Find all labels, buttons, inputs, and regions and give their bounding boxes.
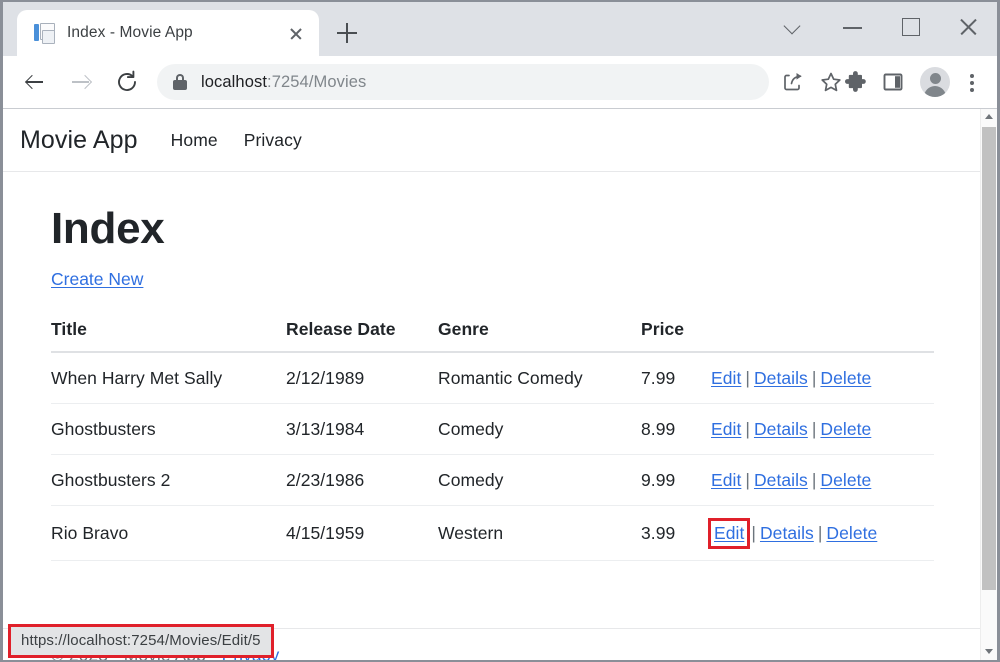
cell-title: Ghostbusters [51,404,286,455]
cell-title: When Harry Met Sally [51,352,286,404]
page-title: Index [51,204,932,253]
scroll-down-arrow-icon[interactable] [981,643,997,660]
close-icon[interactable] [939,2,997,48]
cell-actions: Edit|Details|Delete [711,506,934,561]
reload-icon[interactable] [109,64,145,100]
table-header: Title Release Date Genre Price [51,319,934,352]
address-bar-url: localhost:7254/Movies [201,73,366,92]
address-bar[interactable]: localhost:7254/Movies [157,64,769,100]
forward-button[interactable] [63,64,99,100]
cell-price: 7.99 [641,352,711,404]
column-header-price: Price [641,319,711,352]
details-link[interactable]: Details [754,419,808,439]
movies-table: Title Release Date Genre Price When Harr… [51,319,934,561]
table-row: Ghostbusters 3/13/1984 Comedy 8.99 Edit|… [51,404,934,455]
page-viewport: Movie App Home Privacy Index Create New … [3,108,997,660]
cell-genre: Comedy [438,455,641,506]
tab-strip: Index - Movie App [3,2,997,56]
browser-toolbar: localhost:7254/Movies [3,56,997,108]
url-host: localhost [201,73,267,91]
edit-link[interactable]: Edit [711,368,741,388]
cell-release-date: 3/13/1984 [286,404,438,455]
cell-release-date: 2/23/1986 [286,455,438,506]
vertical-scrollbar[interactable] [980,109,997,660]
tab-close-icon[interactable] [283,20,309,46]
cell-price: 8.99 [641,404,711,455]
scroll-up-arrow-icon[interactable] [981,109,997,126]
delete-link[interactable]: Delete [820,368,871,388]
table-header-row: Title Release Date Genre Price [51,319,934,352]
document-icon [33,22,55,44]
edit-link[interactable]: Edit [711,470,741,490]
cell-actions: Edit|Details|Delete [711,404,934,455]
new-tab-button[interactable] [329,15,365,51]
profile-avatar[interactable] [917,64,953,100]
cell-actions: Edit|Details|Delete [711,352,934,404]
action-separator: | [741,470,754,490]
column-header-actions [711,319,934,352]
window-controls [765,2,997,48]
action-separator: | [741,368,754,388]
share-icon[interactable] [775,64,811,100]
chevron-down-icon[interactable] [765,2,823,48]
edit-link[interactable]: Edit [711,419,741,439]
action-separator: | [808,419,821,439]
nav-link-home[interactable]: Home [171,130,218,151]
cell-genre: Comedy [438,404,641,455]
lock-icon [173,74,187,90]
minimize-icon[interactable] [823,2,881,48]
cell-release-date: 2/12/1989 [286,352,438,404]
column-header-genre: Genre [438,319,641,352]
browser-window: Index - Movie App [0,0,1000,662]
action-separator: | [808,470,821,490]
cell-title: Rio Bravo [51,506,286,561]
maximize-icon[interactable] [881,2,939,48]
delete-link[interactable]: Delete [820,470,871,490]
action-separator: | [747,523,760,543]
tab-title: Index - Movie App [67,24,283,42]
three-dot-menu-icon[interactable] [957,64,987,100]
edit-link-highlight-annotation: Edit [711,521,747,546]
action-separator: | [814,523,827,543]
details-link[interactable]: Details [760,523,814,543]
cell-price: 9.99 [641,455,711,506]
delete-link[interactable]: Delete [826,523,877,543]
table-row: Ghostbusters 2 2/23/1986 Comedy 9.99 Edi… [51,455,934,506]
details-link[interactable]: Details [754,368,808,388]
cell-genre: Romantic Comedy [438,352,641,404]
cell-release-date: 4/15/1959 [286,506,438,561]
url-path: :7254/Movies [267,73,366,91]
puzzle-icon[interactable] [837,64,873,100]
table-body: When Harry Met Sally 2/12/1989 Romantic … [51,352,934,561]
cell-price: 3.99 [641,506,711,561]
column-header-title: Title [51,319,286,352]
status-bar-url: https://localhost:7254/Movies/Edit/5 [8,624,274,658]
page-content: Index Create New Title Release Date Genr… [3,204,980,561]
column-header-release-date: Release Date [286,319,438,352]
create-new-link[interactable]: Create New [51,269,143,290]
browser-tab[interactable]: Index - Movie App [17,10,319,56]
cell-title: Ghostbusters 2 [51,455,286,506]
toolbar-right-actions [835,64,987,100]
action-separator: | [741,419,754,439]
edit-link[interactable]: Edit [714,523,744,543]
table-row: When Harry Met Sally 2/12/1989 Romantic … [51,352,934,404]
cell-genre: Western [438,506,641,561]
action-separator: | [808,368,821,388]
table-row: Rio Bravo 4/15/1959 Western 3.99 Edit|De… [51,506,934,561]
details-link[interactable]: Details [754,470,808,490]
nav-link-privacy[interactable]: Privacy [244,130,302,151]
delete-link[interactable]: Delete [820,419,871,439]
scrollbar-thumb[interactable] [982,127,996,590]
cell-actions: Edit|Details|Delete [711,455,934,506]
side-panel-icon[interactable] [875,64,911,100]
back-button[interactable] [17,64,53,100]
web-page: Movie App Home Privacy Index Create New … [3,109,980,660]
site-brand[interactable]: Movie App [20,126,138,155]
site-navbar: Movie App Home Privacy [3,109,980,172]
